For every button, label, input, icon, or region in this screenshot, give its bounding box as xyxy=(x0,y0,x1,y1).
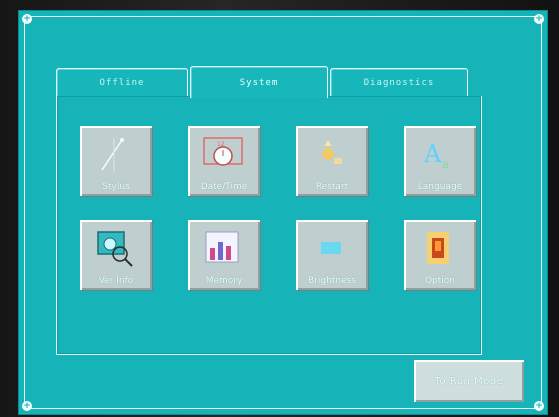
stylus-icon xyxy=(92,134,138,174)
tab-system[interactable]: System xyxy=(190,66,328,98)
stylus-button[interactable]: Stylus xyxy=(80,126,152,196)
option-button[interactable]: Option xyxy=(404,220,476,290)
restart-icon xyxy=(308,134,354,174)
language-icon: Aa xyxy=(416,134,462,174)
memory-button[interactable]: Memory xyxy=(188,220,260,290)
brightness-label: Brightness xyxy=(308,276,356,286)
tab-system-label: System xyxy=(239,77,279,88)
tab-diagnostics-label: Diagnostics xyxy=(363,78,435,88)
brightness-button[interactable]: Brightness xyxy=(296,220,368,290)
tab-offline[interactable]: Offline xyxy=(56,68,188,97)
memory-icon xyxy=(200,228,246,268)
tab-diagnostics[interactable]: Diagnostics xyxy=(330,68,468,97)
corner-marker-top-left: + xyxy=(22,14,32,24)
ver-info-label: Ver Info xyxy=(98,276,134,286)
to-run-mode-button[interactable]: To Run Mode xyxy=(414,360,524,402)
language-button[interactable]: Aa Language xyxy=(404,126,476,196)
date-time-label: Date/Time xyxy=(200,182,248,192)
tab-offline-label: Offline xyxy=(99,78,145,88)
restart-label: Restart xyxy=(315,182,349,192)
corner-marker-bottom-left: + xyxy=(22,401,32,411)
svg-text:A: A xyxy=(423,140,442,168)
ver-info-button[interactable]: Ver Info xyxy=(80,220,152,290)
svg-text:12: 12 xyxy=(217,141,225,148)
info-icon xyxy=(92,228,138,268)
restart-button[interactable]: Restart xyxy=(296,126,368,196)
stylus-label: Stylus xyxy=(102,182,130,192)
to-run-mode-label: To Run Mode xyxy=(434,375,504,387)
svg-text:a: a xyxy=(442,157,449,171)
option-icon xyxy=(416,228,462,268)
corner-marker-bottom-right: + xyxy=(534,401,544,411)
language-label: Language xyxy=(417,182,463,192)
memory-label: Memory xyxy=(205,276,243,286)
clock-icon: 12 xyxy=(200,134,246,174)
corner-marker-top-right: + xyxy=(534,14,544,24)
touch-screen: + + + + Offline System Diagnostics Stylu… xyxy=(18,10,548,415)
date-time-button[interactable]: 12 Date/Time xyxy=(188,126,260,196)
brightness-icon xyxy=(308,228,354,268)
option-label: Option xyxy=(424,276,456,286)
